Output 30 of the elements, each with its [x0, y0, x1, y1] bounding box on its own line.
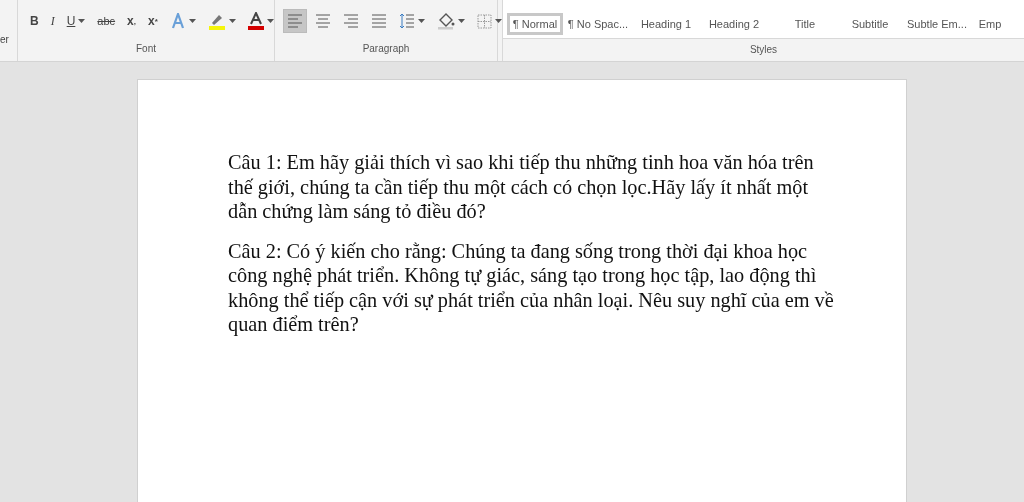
underline-button[interactable]: U — [62, 9, 90, 33]
bold-button[interactable]: B — [26, 9, 43, 33]
styles-group-label: Styles — [748, 42, 779, 57]
document-paragraph: Câu 1: Em hãy giải thích vì sao khi tiếp thu những tinh hoa văn hóa trên thế giới, chúng ta cần tiếp thu một cách có chọn lọc.Hãy lấy ít nhất một dẫn chứng làm sáng tỏ điều đó? — [228, 150, 815, 224]
style-gallery-item[interactable]: ¶ Normal — [507, 13, 563, 35]
style-gallery-item[interactable]: Emp — [975, 13, 1005, 35]
style-gallery-item[interactable]: ¶ No Spac... — [563, 13, 633, 35]
highlighter-icon — [207, 12, 226, 30]
paragraph-group-label: Paragraph — [361, 41, 411, 56]
align-left-icon — [287, 14, 303, 28]
align-right-icon — [343, 14, 359, 28]
align-center-icon — [315, 14, 331, 28]
justify-icon — [371, 14, 387, 28]
font-group-label: Font — [135, 41, 157, 56]
font-color-icon — [247, 12, 264, 30]
paint-bucket-icon — [437, 12, 455, 30]
style-gallery-item[interactable]: Heading 1 — [633, 13, 699, 35]
borders-icon — [477, 13, 492, 29]
text-effects-icon — [169, 13, 186, 29]
style-gallery-item[interactable]: Heading 2 — [699, 13, 769, 35]
style-gallery-item[interactable]: Subtle Em... — [899, 13, 975, 35]
italic-button[interactable]: I — [46, 9, 59, 33]
align-left-button[interactable] — [283, 9, 307, 33]
superscript-button[interactable]: x$^{*}$ — [144, 9, 162, 33]
strikethrough-button[interactable]: abc — [93, 9, 120, 33]
line-spacing-icon — [399, 13, 415, 29]
document-paragraph: Câu 2: Có ý kiến cho rằng: Chúng ta đang sống trong thời đại khoa học công nghệ phát triển. Không tự giác, sáng tạo trong học tập, lao động thì không thể tiếp cận với sự phát triển của nhân loại. Nêu suy nghĩ của em về quan điểm trên? — [228, 238, 835, 337]
clipboard-label-fragment: er — [0, 33, 9, 45]
style-gallery-item[interactable]: Title — [769, 13, 841, 35]
style-gallery-item[interactable]: Subtitle — [841, 13, 899, 35]
